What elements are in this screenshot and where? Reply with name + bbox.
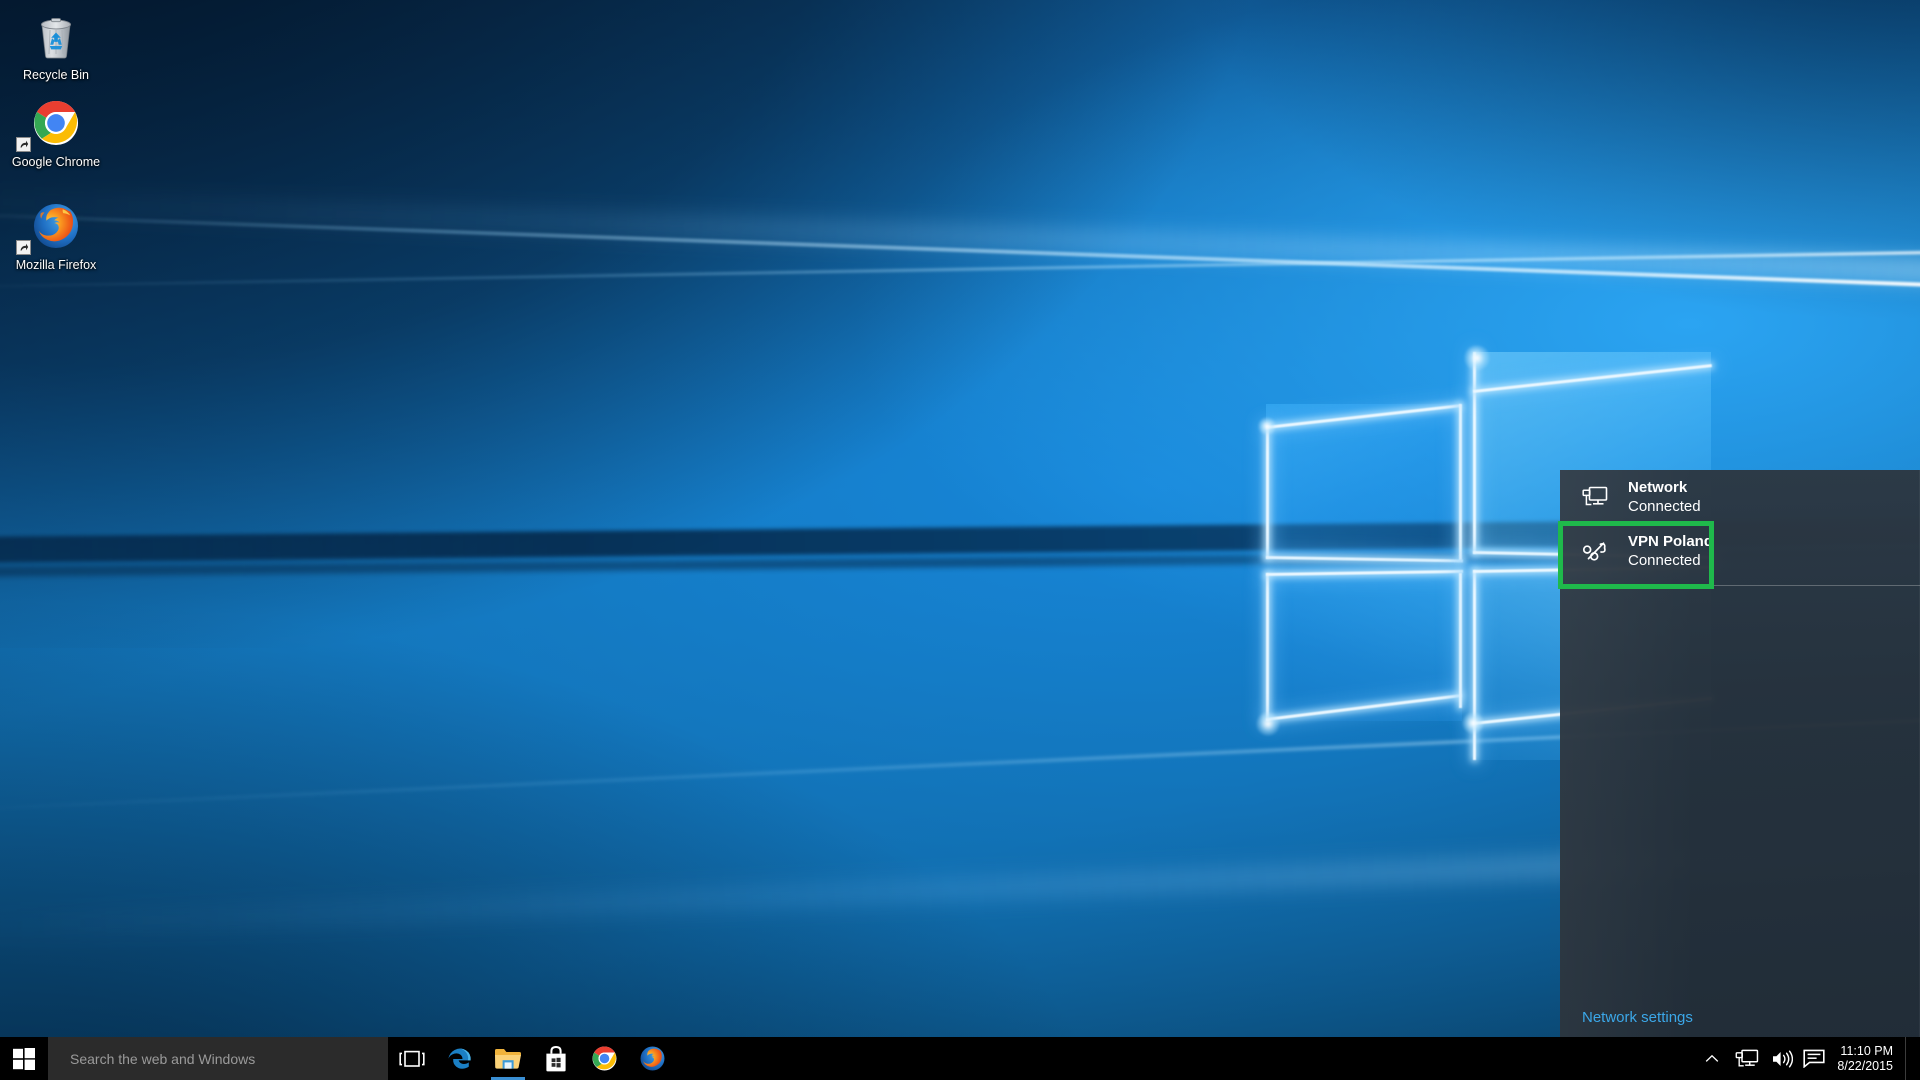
clock-date: 8/22/2015 <box>1837 1058 1893 1073</box>
tray-network-button[interactable] <box>1727 1037 1767 1080</box>
desktop-icon-label: Mozilla Firefox <box>15 258 97 272</box>
file-explorer-button[interactable] <box>484 1037 532 1080</box>
logo-glow-corner-b <box>1464 345 1490 371</box>
clock-time: 11:10 PM <box>1840 1043 1893 1058</box>
network-monitor-icon <box>1735 1049 1759 1066</box>
network-item-text: Network Connected <box>1628 478 1701 516</box>
windows-logo-icon <box>13 1047 35 1070</box>
search-input[interactable]: Search the web and Windows <box>48 1037 388 1080</box>
taskbar: Search the web and Windows 11:10 PM 8/22… <box>0 1037 1920 1080</box>
network-list-item-vpn-poland[interactable]: VPN Poland Connected <box>1560 524 1920 578</box>
logo-glow-corner-c <box>1256 712 1280 736</box>
start-button[interactable] <box>0 1037 48 1080</box>
search-placeholder: Search the web and Windows <box>70 1050 256 1067</box>
microsoft-edge-icon <box>448 1047 471 1069</box>
shortcut-arrow-icon <box>16 240 31 255</box>
logo-glow-corner-d <box>1462 712 1484 734</box>
task-view-button[interactable] <box>388 1037 436 1080</box>
desktop-icon-label: Google Chrome <box>11 155 101 169</box>
show-desktop-button[interactable] <box>1905 1037 1914 1080</box>
mozilla-firefox-button[interactable] <box>628 1037 676 1080</box>
system-tray: 11:10 PM 8/22/2015 <box>1697 1037 1920 1080</box>
network-item-title: VPN Poland <box>1628 533 1714 550</box>
network-item-status: Connected <box>1628 552 1701 569</box>
microsoft-store-icon <box>546 1045 566 1071</box>
desktop-screen: Recycle Bin Google Chrome Mozilla Firefo… <box>0 0 1920 1080</box>
action-center-button[interactable] <box>1797 1037 1831 1080</box>
chevron-up-icon <box>1706 1054 1719 1062</box>
desktop-icon-recycle-bin[interactable]: Recycle Bin <box>10 8 102 83</box>
speaker-icon <box>1773 1050 1794 1067</box>
desktop-icon-label: Recycle Bin <box>23 68 89 82</box>
network-monitor-icon <box>1582 486 1622 508</box>
show-hidden-icons-button[interactable] <box>1697 1037 1727 1080</box>
vpn-icon <box>1582 540 1622 562</box>
network-settings-link[interactable]: Network settings <box>1582 1009 1693 1026</box>
network-flyout-panel: Network Connected VPN Poland Connected N… <box>1560 470 1920 1043</box>
google-chrome-taskbar-icon <box>592 1046 616 1071</box>
microsoft-edge-button[interactable] <box>436 1037 484 1080</box>
tray-volume-button[interactable] <box>1767 1037 1797 1080</box>
google-chrome-button[interactable] <box>580 1037 628 1080</box>
google-chrome-icon <box>10 95 102 152</box>
clock[interactable]: 11:10 PM 8/22/2015 <box>1831 1037 1905 1080</box>
recycle-bin-icon <box>10 8 102 64</box>
mozilla-firefox-icon <box>10 198 102 255</box>
task-view-icon <box>399 1050 425 1067</box>
network-list-item-network[interactable]: Network Connected <box>1560 470 1920 524</box>
mozilla-firefox-taskbar-icon <box>640 1046 664 1071</box>
action-center-icon <box>1803 1049 1825 1068</box>
microsoft-store-button[interactable] <box>532 1037 580 1080</box>
logo-pane-upper-left <box>1265 404 1463 563</box>
flyout-separator <box>1582 585 1920 586</box>
network-item-status: Connected <box>1628 498 1701 515</box>
desktop-icon-google-chrome[interactable]: Google Chrome <box>10 95 102 170</box>
desktop-icon-mozilla-firefox[interactable]: Mozilla Firefox <box>10 198 102 273</box>
logo-pane-lower-left <box>1266 569 1464 721</box>
shortcut-arrow-icon <box>16 137 31 152</box>
logo-glow-corner-a <box>1258 417 1276 435</box>
file-explorer-icon <box>495 1049 521 1069</box>
network-item-title: Network <box>1628 479 1688 496</box>
network-item-text: VPN Poland Connected <box>1628 532 1713 570</box>
